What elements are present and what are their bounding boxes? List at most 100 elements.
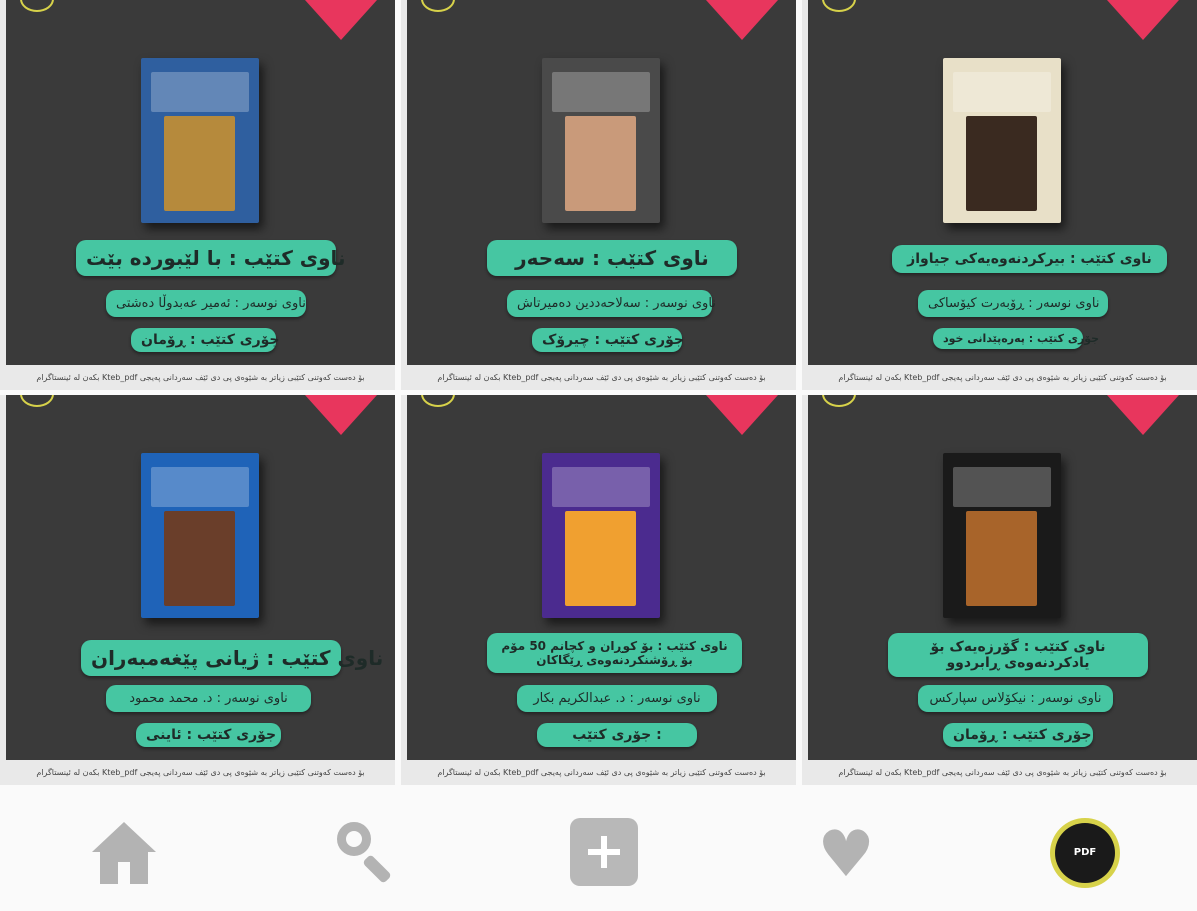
heart-icon-glyph: ♥ <box>817 818 875 892</box>
book-author: سەلاحەددین دەمیرتاش <box>517 296 641 311</box>
corner-triangle <box>706 0 778 40</box>
search-icon[interactable] <box>333 818 403 888</box>
book-cover-title-block <box>952 467 1051 507</box>
ring-decoration <box>421 0 455 12</box>
book-cover-art <box>565 116 636 211</box>
corner-triangle <box>305 0 377 40</box>
book-cover <box>140 58 259 223</box>
avatar-ring: PDF <box>1050 818 1120 888</box>
book-genre-pill: جۆری کتێب : ڕۆمان <box>131 328 280 352</box>
home-icon-door <box>118 862 130 884</box>
book-author-pill: ناوی نوسەر : د. محمد محمود <box>106 685 311 712</box>
book-cover-art <box>966 511 1037 606</box>
post-image: ناوی کتێب : ژیانی پێغەمبەران ناوی نوسەر … <box>6 395 395 760</box>
ring-decoration <box>822 395 856 407</box>
book-genre: ئاینی <box>146 727 182 743</box>
book-title-label: ناوی کتێب : <box>1070 251 1152 267</box>
book-author-label: ناوی نوسەر : <box>234 296 306 311</box>
book-author-label: ناوی نوسەر : <box>216 691 288 706</box>
corner-triangle <box>1107 395 1179 435</box>
book-author: د. عبدالکریم بکار <box>533 691 626 706</box>
search-icon-handle <box>362 854 392 884</box>
book-genre-label: جۆری کتێب : <box>1028 332 1100 345</box>
book-title: سەحەر <box>515 246 586 270</box>
book-author-pill: ناوی نوسەر : سەلاحەددین دەمیرتاش <box>507 290 716 317</box>
book-title-pill: ناوی کتێب : ژیانی پێغەمبەران <box>81 640 383 676</box>
home-icon[interactable] <box>92 818 162 888</box>
book-title-label: ناوی کتێب : <box>1023 639 1106 655</box>
book-genre-pill: جۆری کتێب : پەرەپێدانی خود <box>933 328 1099 349</box>
post-footer-text: بۆ دەست کەوتنی کتێبی زیاتر بە شێوەی پی د… <box>838 373 1167 382</box>
book-cover <box>140 453 259 618</box>
book-title-label: ناوی کتێب : <box>228 246 346 270</box>
add-post-button[interactable] <box>570 818 640 888</box>
post-tile[interactable]: ناوی کتێب : بیرکردنەوەیەکی جیاواز ناوی ن… <box>802 0 1197 390</box>
book-author: د. محمد محمود <box>129 691 213 706</box>
post-footer-text: بۆ دەست کەوتنی کتێبی زیاتر بە شێوەی پی د… <box>36 768 365 777</box>
heart-icon[interactable]: ♥ <box>810 818 880 888</box>
book-author-label: ناوی نوسەر : <box>1030 691 1102 706</box>
post-image: ناوی کتێب : با لێبوردە بێت ناوی نوسەر : … <box>6 0 395 365</box>
book-genre-label: جۆری کتێب : <box>572 727 662 743</box>
home-icon-roof <box>92 822 156 852</box>
book-title: با لێبوردە بێت <box>86 246 222 270</box>
book-cover-art <box>164 511 235 606</box>
book-genre-pill: جۆری کتێب : ئاینی <box>136 723 281 747</box>
avatar-label: PDF <box>1055 823 1115 883</box>
post-tile[interactable]: ناوی کتێب : گۆرزەیەک بۆ یادکردنەوەی ڕابر… <box>802 395 1197 785</box>
post-grid: ناوی کتێب : با لێبوردە بێت ناوی نوسەر : … <box>0 0 1197 790</box>
corner-triangle <box>305 395 377 435</box>
book-genre-label: جۆری کتێب : <box>186 727 277 743</box>
book-author-pill: ناوی نوسەر : ڕۆبەرت کیۆساکی <box>918 290 1108 317</box>
book-genre-pill: جۆری کتێب : چیرۆک <box>532 328 684 352</box>
book-author-pill: ناوی نوسەر : نیکۆلاس سپارکس <box>918 685 1113 712</box>
book-genre: چیرۆک <box>542 332 590 348</box>
book-title-pill: ناوی کتێب : گۆرزەیەک بۆ یادکردنەوەی ڕابر… <box>888 633 1148 677</box>
corner-triangle <box>706 395 778 435</box>
post-footer-text: بۆ دەست کەوتنی کتێبی زیاتر بە شێوەی پی د… <box>437 373 766 382</box>
post-image: ناوی کتێب : گۆرزەیەک بۆ یادکردنەوەی ڕابر… <box>808 395 1197 760</box>
book-cover <box>942 453 1061 618</box>
book-author-pill: ناوی نوسەر : ئەمیر عەبدوڵا دەشتی <box>106 290 306 317</box>
book-cover <box>541 453 660 618</box>
plus-icon <box>570 818 638 886</box>
post-image: ناوی کتێب : بۆ کوڕان و کچانم 50 مۆم بۆ ڕ… <box>407 395 796 760</box>
ring-decoration <box>822 0 856 12</box>
profile-avatar[interactable]: PDF <box>1050 818 1120 888</box>
book-cover-art <box>966 116 1037 211</box>
post-tile[interactable]: ناوی کتێب : بۆ کوڕان و کچانم 50 مۆم بۆ ڕ… <box>401 395 796 785</box>
book-cover-art <box>565 511 636 606</box>
book-title-label: ناوی کتێب : <box>266 646 384 670</box>
book-cover <box>942 58 1061 223</box>
book-cover-art <box>164 116 235 211</box>
book-author: نیکۆلاس سپارکس <box>929 691 1027 706</box>
corner-triangle <box>1107 0 1179 40</box>
book-title-label: ناوی کتێب : <box>657 639 728 653</box>
book-author-label: ناوی نوسەر : <box>629 691 701 706</box>
bottom-nav-bar: ♥ PDF <box>0 790 1197 911</box>
post-tile[interactable]: ناوی کتێب : با لێبوردە بێت ناوی نوسەر : … <box>0 0 395 390</box>
book-title-label: ناوی کتێب : <box>591 246 709 270</box>
post-footer-text: بۆ دەست کەوتنی کتێبی زیاتر بە شێوەی پی د… <box>437 768 766 777</box>
post-tile[interactable]: ناوی کتێب : ژیانی پێغەمبەران ناوی نوسەر … <box>0 395 395 785</box>
book-title-pill: ناوی کتێب : با لێبوردە بێت <box>76 240 346 276</box>
post-image: ناوی کتێب : بیرکردنەوەیەکی جیاواز ناوی ن… <box>808 0 1197 365</box>
book-cover-title-block <box>952 72 1051 112</box>
book-genre: ڕۆمان <box>141 332 186 348</box>
search-icon-lens <box>337 822 371 856</box>
book-genre: پەرەپێدانی خود <box>943 332 1025 345</box>
post-image: ناوی کتێب : سەحەر ناوی نوسەر : سەلاحەددی… <box>407 0 796 365</box>
post-footer-text: بۆ دەست کەوتنی کتێبی زیاتر بە شێوەی پی د… <box>36 373 365 382</box>
book-author-label: ناوی نوسەر : <box>1028 296 1100 311</box>
book-author-pill: ناوی نوسەر : د. عبدالکریم بکار <box>517 685 717 712</box>
book-title: ژیانی پێغەمبەران <box>91 646 260 670</box>
book-cover <box>541 58 660 223</box>
plus-icon-horizontal <box>588 849 620 855</box>
book-cover-title-block <box>150 72 249 112</box>
post-tile[interactable]: ناوی کتێب : سەحەر ناوی نوسەر : سەلاحەددی… <box>401 0 796 390</box>
book-title-pill: ناوی کتێب : بۆ کوڕان و کچانم 50 مۆم بۆ ڕ… <box>487 633 742 673</box>
book-cover-title-block <box>150 467 249 507</box>
book-author: ئەمیر عەبدوڵا دەشتی <box>116 296 231 311</box>
book-genre-pill: جۆری کتێب : ڕۆمان <box>943 723 1093 747</box>
book-author-label: ناوی نوسەر : <box>644 296 716 311</box>
